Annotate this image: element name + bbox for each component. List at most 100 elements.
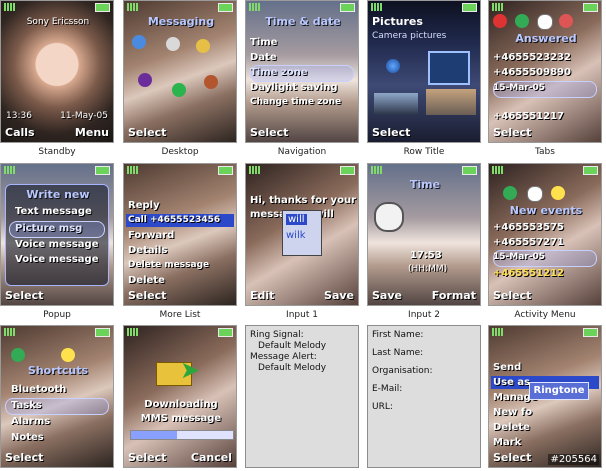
select-softkey[interactable]: Select [493,126,531,139]
popup-item-voice-2[interactable]: Voice message [15,254,98,265]
select-softkey[interactable]: Select [493,289,531,302]
suggestion-will[interactable]: will [286,214,307,225]
activity-screen[interactable]: New events +465553575 +465557271 15-Mar-… [488,163,602,306]
star-tab-icon[interactable] [551,186,565,200]
rowtitle-screen[interactable]: Pictures Camera pictures Select [367,0,481,143]
edit-softkey[interactable]: Edit [250,289,274,302]
shortcut-bluetooth[interactable]: Bluetooth [11,384,66,395]
more-item-reply[interactable]: Reply [128,200,160,211]
input1-screen[interactable]: Hi, thanks for your message. I will will… [245,163,359,306]
input2-title: Time [409,178,441,191]
call-row-1[interactable]: +4655523232 [493,52,571,63]
input2-screen[interactable]: Time 17:53 (HH:MM) Save Format [367,163,481,306]
shortcut-tasks[interactable]: Tasks [11,400,42,411]
save-softkey[interactable]: Save [372,289,402,302]
more-item-delete[interactable]: Delete [128,275,165,286]
status-bar [249,3,355,12]
more-item-delete-msg[interactable]: Delete message [128,260,209,270]
nav-item-time[interactable]: Time [250,37,277,48]
tab-answered-icon[interactable] [537,14,553,30]
envelope-icon[interactable] [196,39,210,53]
format-softkey[interactable]: Format [432,289,476,302]
select-softkey[interactable]: Select [128,451,166,464]
ringtone-submenu[interactable]: Ringtone [529,382,589,400]
popup-item-picture[interactable]: Picture msg [15,223,82,234]
caption-input1: Input 1 [286,310,318,320]
standby-screen[interactable]: Sony Ericsson 13:36 11-May-05 Calls Menu [0,0,114,143]
popup-screen[interactable]: Write new Text message Picture msg Voice… [0,163,114,306]
select-softkey[interactable]: Select [5,289,43,302]
shortcut-alarms[interactable]: Alarms [11,416,50,427]
events-tab-icon[interactable] [503,186,517,200]
globe-icon[interactable] [386,59,400,73]
status-bar [492,3,598,12]
popup-item-text[interactable]: Text message [15,206,92,217]
menu-softkey[interactable]: Menu [75,126,109,139]
event-row-4[interactable]: +465551212 [493,268,564,279]
call-row-2[interactable]: +4655509890 [493,67,571,78]
cancel-softkey[interactable]: Cancel [191,451,232,464]
event-row-1[interactable]: +465553575 [493,222,564,233]
send-item-send[interactable]: Send [493,362,521,373]
email-label: E-Mail: [372,384,403,394]
call-row-4[interactable]: +465551217 [493,111,564,122]
suggestion-wilk[interactable]: wilk [286,230,306,241]
more-item-forward[interactable]: Forward [128,230,174,241]
organizer-icon[interactable] [204,75,218,89]
tab-dialed-icon[interactable] [559,14,573,28]
caption-morelist: More List [159,310,201,320]
watermark: #205564 [548,454,599,465]
battery-icon [95,3,110,12]
select-softkey[interactable]: Select [128,289,166,302]
navigation-screen[interactable]: Time & date Time Date Time zone Daylight… [245,0,359,143]
picture-thumbnail[interactable] [426,89,476,115]
picture-thumbnail-2[interactable] [374,93,418,115]
select-softkey[interactable]: Select [250,126,288,139]
download-screen[interactable]: ➤ Downloading MMS message Select Cancel [123,325,237,468]
send-item-useas[interactable]: Use as [493,377,530,388]
sendmenu-screen[interactable]: Send Use as Manage New fo Delete Mark Ri… [488,325,602,468]
signal-icon [492,166,504,174]
internet-icon[interactable] [132,35,146,49]
signal-icon [127,3,139,11]
settings-icon[interactable] [172,83,186,97]
event-row-2[interactable]: +465557271 [493,237,564,248]
more-item-call[interactable]: Call +4655523456 [128,215,220,225]
popup-item-voice[interactable]: Voice message [15,239,98,250]
send-item-delete[interactable]: Delete [493,422,530,433]
call-row-date[interactable]: 15-Mar-05 [493,83,545,93]
missed-tab-icon[interactable] [527,186,543,202]
shortcuts-screen[interactable]: Shortcuts Bluetooth Tasks Alarms Notes S… [0,325,114,468]
status-bar [371,166,477,175]
clock: 13:36 [6,111,32,121]
tab-all-icon[interactable] [515,14,529,28]
send-item-mark[interactable]: Mark [493,437,521,448]
morelist-screen[interactable]: Reply Call +4655523456 Forward Details D… [123,163,237,306]
status-bar [127,328,233,337]
more-item-details[interactable]: Details [128,245,167,256]
phone-icon[interactable] [166,37,180,51]
nav-item-timezone[interactable]: Time zone [250,67,308,78]
send-item-newfolder[interactable]: New fo [493,407,532,418]
nav-item-date[interactable]: Date [250,52,277,63]
save-softkey[interactable]: Save [324,289,354,302]
select-softkey[interactable]: Select [128,126,166,139]
time-value[interactable]: 17:53 [410,250,442,261]
select-softkey[interactable]: Select [5,451,43,464]
select-softkey[interactable]: Select [493,451,531,464]
favorites-tab-icon[interactable] [61,348,75,362]
shortcuts-tab-icon[interactable] [11,348,25,362]
select-softkey[interactable]: Select [372,126,410,139]
calls-softkey[interactable]: Calls [5,126,35,139]
tab-missed-icon[interactable] [493,14,507,28]
nav-item-daylight[interactable]: Daylight saving [250,82,338,93]
folder-thumbnail-selected[interactable] [428,51,470,85]
tabs-screen[interactable]: Answered +4655523232 +4655509890 15-Mar-… [488,0,602,143]
desktop-screen[interactable]: Messaging Select [123,0,237,143]
camera-icon[interactable] [138,73,152,87]
message-alert-value: Default Melody [258,363,327,373]
shortcut-notes[interactable]: Notes [11,432,44,443]
nav-item-change-zone[interactable]: Change time zone [250,97,341,107]
organisation-label: Organisation: [372,366,433,376]
event-row-date[interactable]: 15-Mar-05 [493,252,545,262]
